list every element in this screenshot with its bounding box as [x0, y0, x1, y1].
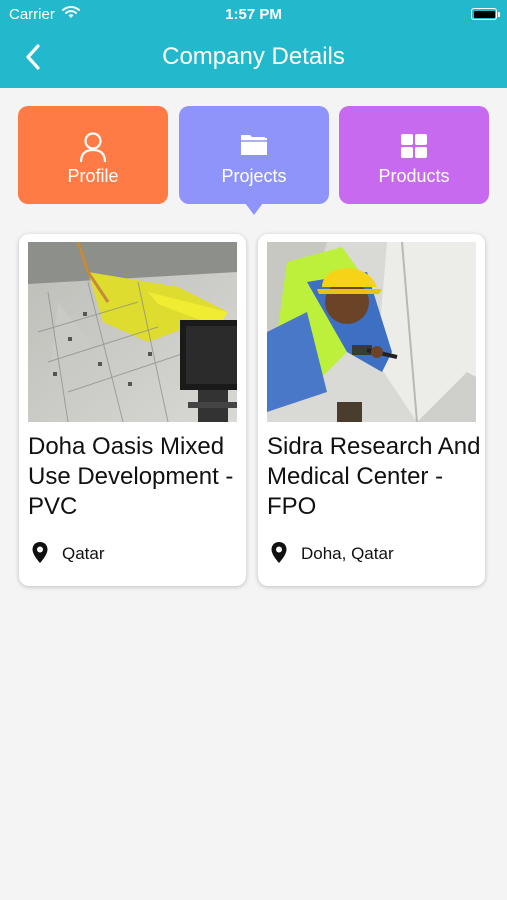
tab-label: Products [378, 166, 450, 186]
tab-products[interactable]: Products [339, 106, 489, 204]
project-title: Sidra Research And Medical Center - FPO [267, 433, 481, 520]
status-bar: Carrier 1:57 PM [0, 0, 507, 28]
navigation-bar: Carrier 1:57 PM Company Details [0, 0, 507, 88]
tab-label: Projects [221, 166, 287, 186]
location-text: Qatar [62, 544, 105, 563]
project-image [28, 242, 237, 422]
selected-tab-indicator [245, 203, 263, 215]
project-card[interactable]: Doha Oasis Mixed Use Development - PVC Q… [19, 234, 246, 586]
clock: 1:57 PM [225, 6, 282, 23]
battery-icon [471, 8, 500, 20]
location-text: Doha, Qatar [301, 544, 394, 563]
tab-projects[interactable]: Projects [179, 106, 329, 204]
page-title: Company Details [162, 43, 345, 70]
project-card[interactable]: Sidra Research And Medical Center - FPO … [258, 234, 485, 586]
tab-profile[interactable]: Profile [18, 106, 168, 204]
grid-icon [339, 131, 489, 163]
project-image [267, 242, 476, 422]
folder-icon [179, 131, 329, 163]
location-pin-icon [31, 541, 49, 570]
tab-label: Profile [67, 166, 119, 186]
location-pin-icon [270, 541, 288, 570]
project-title: Doha Oasis Mixed Use Development - PVC [28, 433, 234, 520]
person-icon [18, 131, 168, 163]
